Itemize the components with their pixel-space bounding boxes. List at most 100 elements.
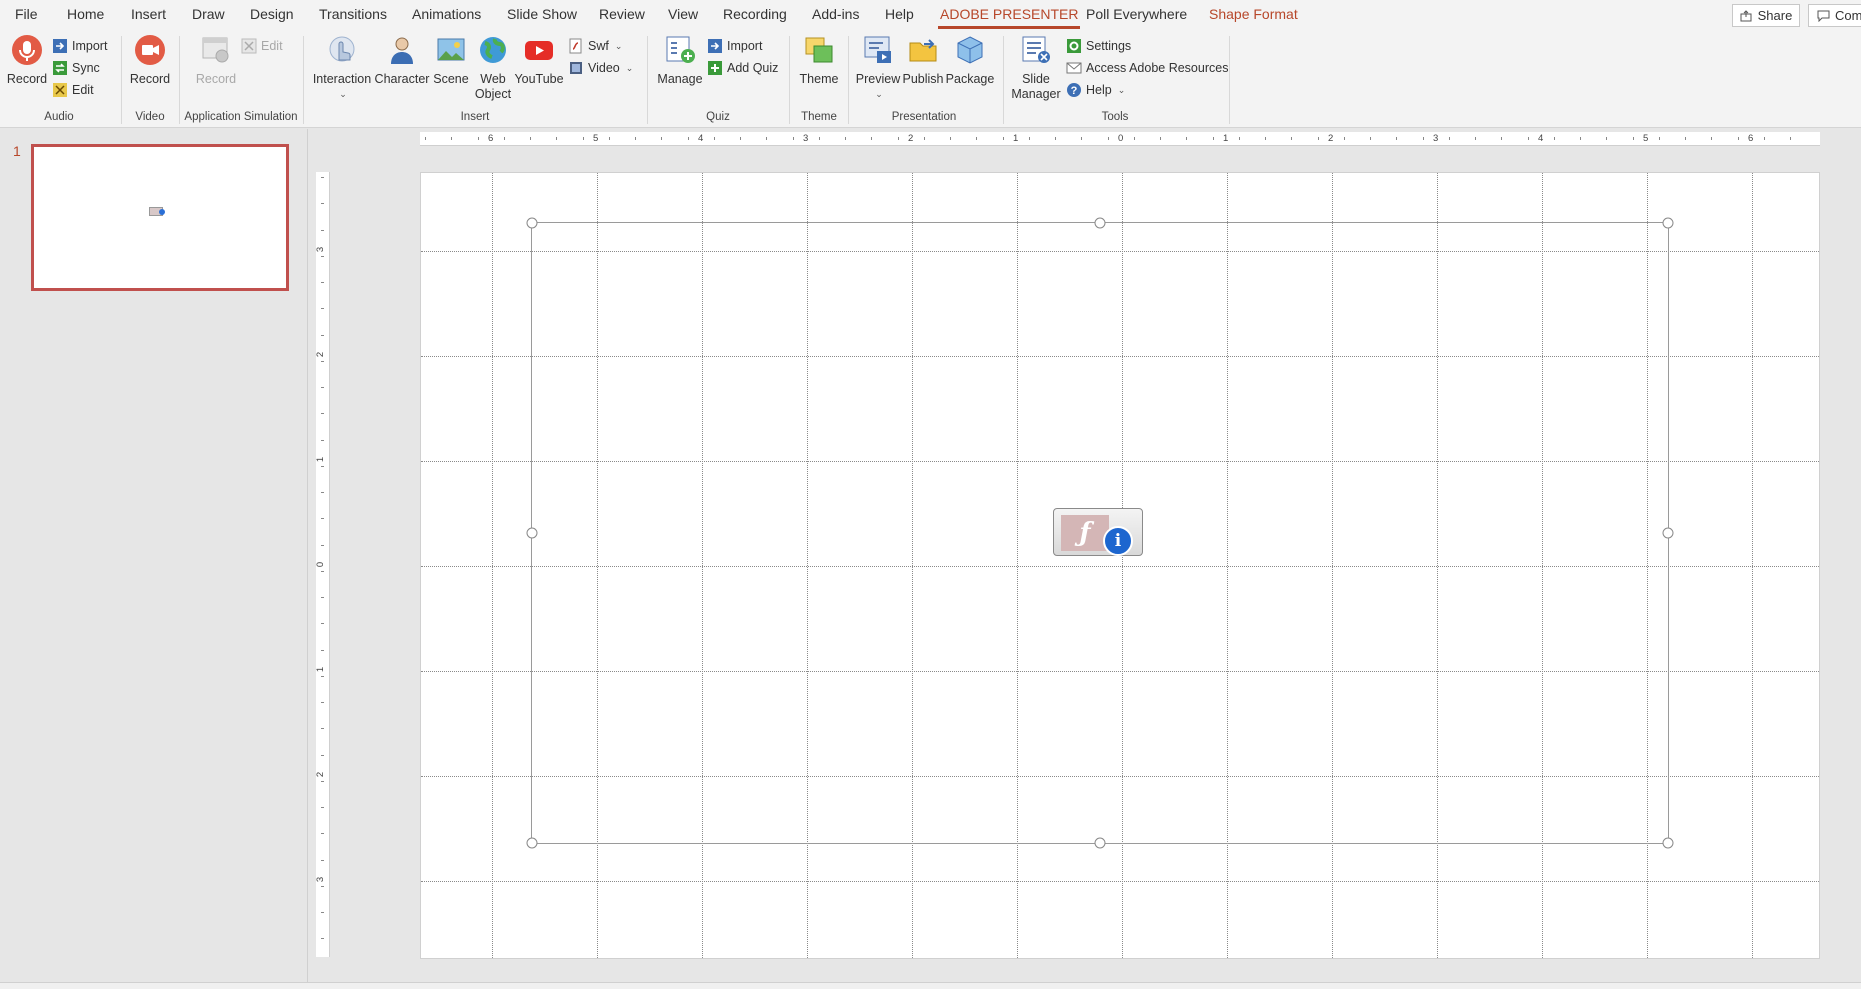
- tab-transitions[interactable]: Transitions: [319, 6, 387, 22]
- ruler-tick: [1527, 137, 1529, 140]
- slide-manager-button[interactable]: Slide Manager: [1011, 32, 1061, 102]
- resize-handle-bottom[interactable]: [1094, 837, 1106, 849]
- interaction-button[interactable]: Interaction ⌄: [312, 32, 372, 102]
- slide-canvas[interactable]: ƒ i: [420, 172, 1820, 959]
- audio-edit-button[interactable]: Edit: [52, 81, 94, 99]
- tab-design[interactable]: Design: [250, 6, 294, 22]
- settings-button[interactable]: Settings: [1066, 37, 1131, 55]
- ruler-tick: [477, 137, 479, 140]
- tab-add-ins[interactable]: Add-ins: [812, 6, 859, 22]
- appsim-edit-label: Edit: [261, 39, 283, 53]
- status-bar: [0, 982, 1861, 989]
- slide-manager-label-line2: Manager: [1011, 87, 1061, 101]
- ruler-tick: [818, 137, 820, 140]
- ruler-tick: [1396, 137, 1398, 140]
- ruler-tick: [1685, 137, 1686, 140]
- audio-record-button[interactable]: Record: [6, 32, 48, 87]
- resize-handle-right[interactable]: [1662, 527, 1674, 539]
- video-record-button[interactable]: Record: [128, 32, 172, 87]
- tab-insert[interactable]: Insert: [131, 6, 166, 22]
- character-button[interactable]: Character: [374, 32, 430, 87]
- ruler-label: 6: [1748, 133, 1754, 144]
- quiz-import-label: Import: [727, 39, 763, 53]
- tab-home[interactable]: Home: [67, 6, 104, 22]
- tab-animations[interactable]: Animations: [412, 6, 481, 22]
- ruler-tick: [1107, 137, 1109, 140]
- comments-button[interactable]: Comm: [1808, 4, 1861, 27]
- ruler-tick: [661, 137, 663, 140]
- group-separator: [848, 36, 849, 124]
- ruler-tick: [1212, 137, 1214, 140]
- gridline-vertical: [1752, 173, 1753, 958]
- flash-logo-icon: ƒ: [1061, 515, 1109, 551]
- ruler-tick: [321, 439, 324, 441]
- chevron-down-icon: ⌄: [339, 89, 347, 99]
- audio-import-button[interactable]: Import: [52, 37, 107, 55]
- tab-file[interactable]: File: [15, 6, 38, 22]
- ruler-label: 2: [315, 771, 327, 778]
- tab-slide-show[interactable]: Slide Show: [507, 6, 577, 22]
- tab-recording[interactable]: Recording: [723, 6, 787, 22]
- ruler-tick: [321, 229, 324, 231]
- slide-number: 1: [13, 143, 21, 159]
- access-adobe-resources-label: Access Adobe Resources: [1086, 61, 1229, 75]
- share-button[interactable]: Share: [1732, 4, 1800, 27]
- ruler-tick: [451, 137, 453, 140]
- ruler-tick: [608, 137, 610, 140]
- scene-button[interactable]: Scene: [432, 32, 470, 87]
- gear-icon: [1066, 38, 1082, 54]
- appsim-edit-button[interactable]: Edit: [241, 37, 283, 55]
- chevron-down-icon: ⌄: [625, 62, 634, 73]
- theme-button[interactable]: Theme: [797, 32, 841, 87]
- ruler-tick: [321, 544, 324, 546]
- group-separator: [303, 36, 304, 124]
- ruler-tick: [740, 137, 741, 140]
- package-label: Package: [945, 72, 995, 86]
- appsim-record-button[interactable]: Record: [193, 32, 239, 87]
- package-button[interactable]: Package: [946, 32, 994, 87]
- swf-button[interactable]: Swf ⌄: [568, 37, 622, 55]
- publish-button[interactable]: Publish: [902, 32, 944, 87]
- preview-button[interactable]: Preview ⌄: [856, 32, 900, 102]
- resize-handle-bottom-right[interactable]: [1662, 837, 1674, 849]
- access-adobe-resources-button[interactable]: Access Adobe Resources: [1066, 59, 1228, 77]
- flash-object-placeholder[interactable]: ƒ i: [1053, 508, 1143, 556]
- group-label-tools: Tools: [1101, 111, 1129, 123]
- tab-draw[interactable]: Draw: [192, 6, 225, 22]
- youtube-button[interactable]: YouTube: [514, 32, 564, 87]
- import-icon: [52, 38, 68, 54]
- tab-poll-everywhere[interactable]: Poll Everywhere: [1086, 6, 1187, 22]
- ruler-label: 0: [315, 561, 327, 568]
- publish-label: Publish: [902, 72, 944, 86]
- resize-handle-top-left[interactable]: [526, 217, 538, 229]
- ruler-tick: [1422, 137, 1424, 140]
- quiz-import-button[interactable]: Import: [707, 37, 762, 55]
- ruler-label: 4: [698, 133, 704, 144]
- resize-handle-top-right[interactable]: [1662, 217, 1674, 229]
- help-button[interactable]: ? Help ⌄: [1066, 81, 1125, 99]
- comment-icon: [1817, 10, 1830, 22]
- quiz-manage-button[interactable]: Manage: [656, 32, 704, 87]
- audio-sync-label: Sync: [72, 61, 100, 75]
- share-icon: [1740, 9, 1752, 21]
- ruler-tick: [1448, 137, 1450, 140]
- web-object-button[interactable]: Web Object: [472, 32, 514, 102]
- flash-object-thumbnail-icon: [149, 207, 165, 216]
- insert-video-button[interactable]: Video ⌄: [568, 59, 633, 77]
- add-quiz-button[interactable]: Add Quiz: [707, 59, 778, 77]
- ruler-label: 0: [1118, 133, 1124, 144]
- tab-review[interactable]: Review: [599, 6, 645, 22]
- tab-view[interactable]: View: [668, 6, 698, 22]
- tab-help[interactable]: Help: [885, 6, 914, 22]
- ruler-tick: [321, 308, 324, 310]
- slide-thumbnail[interactable]: [31, 144, 289, 291]
- resize-handle-bottom-left[interactable]: [526, 837, 538, 849]
- group-label-theme: Theme: [801, 111, 837, 123]
- audio-sync-button[interactable]: Sync: [52, 59, 100, 77]
- ruler-tick: [976, 137, 978, 140]
- resize-handle-left[interactable]: [526, 527, 538, 539]
- ruler-tick: [321, 649, 324, 651]
- tab-shape-format[interactable]: Shape Format: [1209, 6, 1298, 22]
- tab-adobe-presenter[interactable]: ADOBE PRESENTER: [937, 6, 1081, 29]
- resize-handle-top[interactable]: [1094, 217, 1106, 229]
